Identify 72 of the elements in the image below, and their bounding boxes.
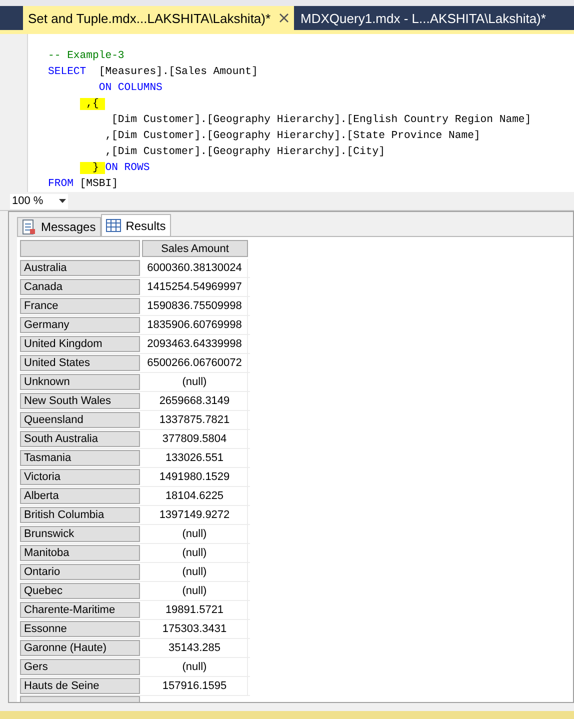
code-text: ON COLUMNS	[98, 82, 162, 94]
result-tab[interactable]: Results	[100, 214, 171, 236]
tab-label: Results	[126, 218, 166, 235]
row-header: Australia	[20, 260, 140, 276]
zoom-dropdown[interactable]: 100 %	[10, 194, 68, 209]
row-header: Unknown	[20, 374, 140, 390]
code-text: ,{	[80, 98, 106, 110]
row-header: United States	[20, 355, 140, 372]
row-header: Queensland	[20, 412, 140, 428]
table-cell: 1397149.9272	[142, 506, 248, 524]
table-cell: 2093463.64339998	[142, 335, 248, 354]
row-header: Tasmania	[20, 450, 140, 466]
row-header: Manitoba	[20, 545, 140, 562]
table-cell: (null)	[142, 544, 248, 562]
table-cell: 1415254.54969997	[142, 278, 248, 296]
row-header: South Australia	[20, 431, 140, 448]
code-text: ,[Dim Customer].[Geography Hierarchy].[City]	[105, 146, 385, 158]
table-cell: 35143.285	[142, 639, 248, 658]
table-cell: 6000360.38130024	[142, 259, 248, 278]
row-header: Brunswick	[20, 526, 140, 542]
close-icon[interactable]	[278, 13, 289, 24]
code-text: [Dim Customer].[Geography Hierarchy].[English Country Region Name]	[110, 114, 532, 126]
table-cell: 1835906.60769998	[142, 316, 248, 334]
code-text: [MSBI]	[78, 178, 118, 190]
row-header: New South Wales	[20, 393, 140, 410]
grid-icon	[106, 219, 121, 232]
caret-icon	[59, 199, 66, 204]
tab-label: Messages	[41, 219, 96, 236]
code-text: ,[Dim Customer].[Geography Hierarchy].[State Province Name]	[105, 130, 480, 142]
row-header: Victoria	[20, 469, 140, 486]
table-cell: (null)	[142, 658, 248, 676]
table-cell: (null)	[142, 582, 248, 600]
row-header: Garonne (Haute)	[20, 640, 140, 656]
table-cell: 133026.551	[142, 449, 248, 468]
code-text: FROM	[48, 178, 74, 190]
document-tab[interactable]: Set and Tuple.mdx...LAKSHITA\Lakshita)*	[23, 6, 294, 30]
code-text: -- Example-3	[48, 50, 124, 62]
table-cell: 1590836.75509998	[142, 297, 248, 316]
code-text: SELECT	[48, 66, 86, 78]
row-header: Hauts de Seine	[20, 678, 140, 694]
table-cell: 175303.3431	[142, 620, 248, 638]
row-header: United Kingdom	[20, 336, 140, 352]
code-text: [Measures].[Sales Amount]	[98, 66, 258, 78]
document-tab[interactable]: MDXQuery1.mdx - L...AKSHITA\Lakshita)*	[296, 6, 551, 30]
result-tab[interactable]: Messages	[17, 217, 101, 236]
row-header: Essonne	[20, 621, 140, 638]
row-header: Quebec	[20, 583, 140, 600]
table-cell: (null)	[142, 563, 248, 582]
row-header: Germany	[20, 317, 140, 334]
table-cell: (null)	[142, 525, 248, 544]
row-header: Charente-Maritime	[20, 602, 140, 618]
table-cell: 2659668.3149	[142, 392, 248, 410]
code-text: }	[80, 162, 106, 174]
code-text: ON ROWS	[105, 162, 150, 174]
row-header: British Columbia	[20, 507, 140, 524]
tab-label: MDXQuery1.mdx - L...AKSHITA\Lakshita)*	[300, 10, 546, 28]
code-editor[interactable]	[28, 34, 574, 192]
tab-label: Set and Tuple.mdx...LAKSHITA\Lakshita)*	[28, 10, 271, 28]
row-header: Gers	[20, 659, 140, 676]
column-header: Sales Amount	[142, 240, 248, 258]
row-header: Alberta	[20, 488, 140, 504]
row-header: Ontario	[20, 564, 140, 580]
table-cell: (null)	[142, 373, 248, 392]
row-header: France	[20, 298, 140, 314]
table-cell: 18104.6225	[142, 487, 248, 506]
row-header: Canada	[20, 279, 140, 296]
table-cell: 6500266.06760072	[142, 354, 248, 372]
table-cell: 157916.1595	[142, 677, 248, 696]
table-cell: 1337875.7821	[142, 411, 248, 430]
table-cell: 377809.5804	[142, 430, 248, 448]
table-cell: 19891.5721	[142, 601, 248, 620]
table-cell: 1491980.1529	[142, 468, 248, 486]
